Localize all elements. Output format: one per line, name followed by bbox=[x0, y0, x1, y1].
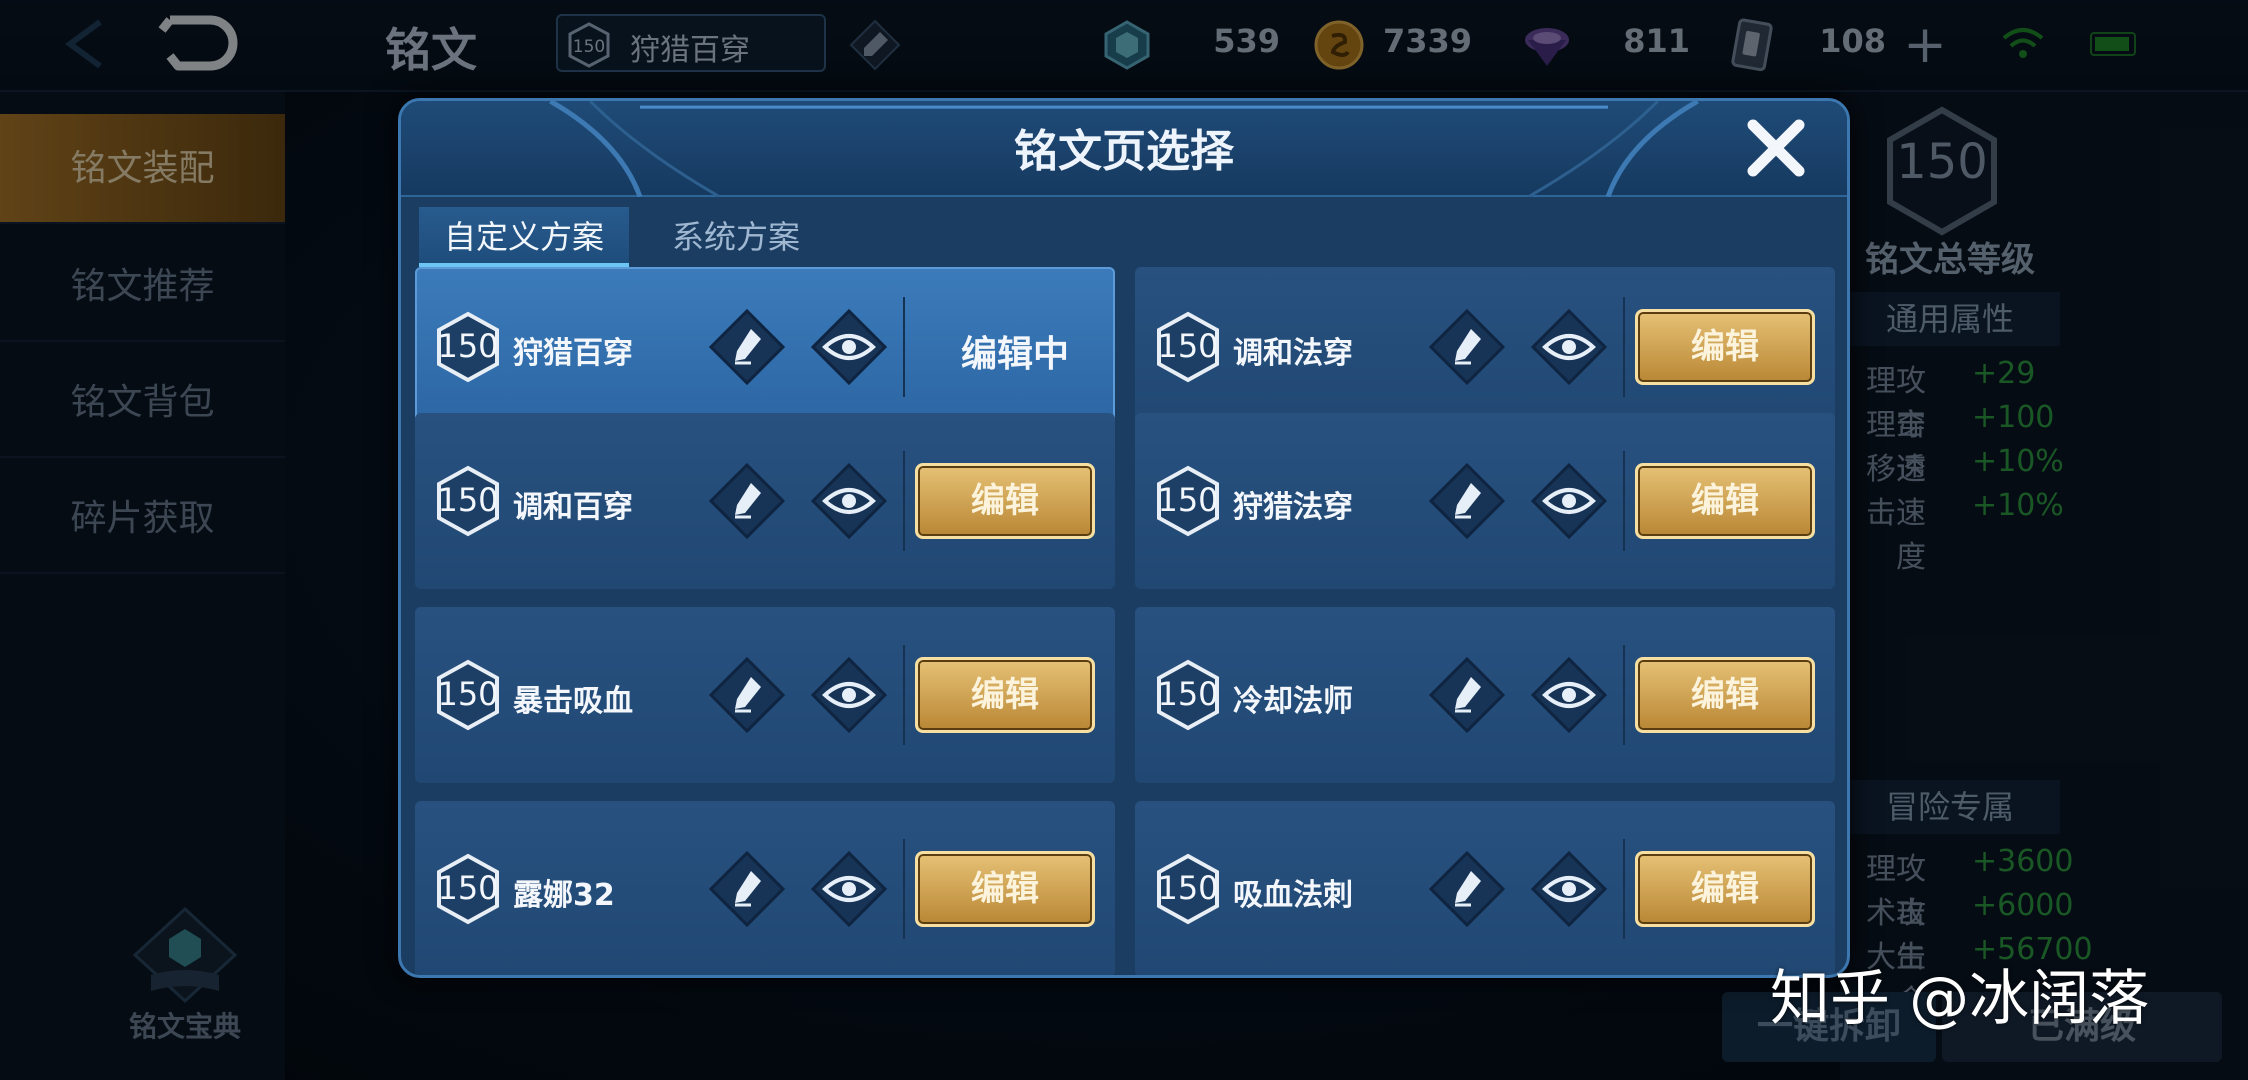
page-name: 调和百穿 bbox=[513, 490, 633, 525]
card-divider bbox=[1623, 297, 1625, 397]
pencil-icon[interactable] bbox=[707, 849, 787, 929]
page-name: 狩猎百穿 bbox=[513, 336, 633, 371]
edit-button[interactable]: 编辑 bbox=[915, 463, 1095, 539]
card-divider bbox=[903, 645, 905, 745]
page-level: 150 bbox=[437, 327, 499, 365]
page-card[interactable]: 150 调和法穿 编辑 bbox=[1135, 267, 1835, 427]
edit-button[interactable]: 编辑 bbox=[1635, 309, 1815, 385]
page-name: 暴击吸血 bbox=[513, 684, 633, 719]
editing-status: 编辑中 bbox=[960, 334, 1069, 375]
edit-button[interactable]: 编辑 bbox=[915, 851, 1095, 927]
tab-system[interactable]: 系统方案 bbox=[641, 207, 831, 267]
card-divider bbox=[903, 297, 905, 397]
card-divider bbox=[903, 839, 905, 939]
page-select-dialog: 铭文页选择 自定义方案 系统方案 150 狩猎百穿 编辑中 150 调和法穿 编辑 150 调… bbox=[398, 98, 1850, 978]
pencil-icon[interactable] bbox=[707, 461, 787, 541]
eye-icon[interactable] bbox=[1529, 655, 1609, 735]
pencil-icon[interactable] bbox=[1427, 307, 1507, 387]
edit-button[interactable]: 编辑 bbox=[1635, 851, 1815, 927]
game-screen: 铭文 150 狩猎百穿 539 7339 811 108 + 铭文装配 铭文推荐… bbox=[0, 0, 2248, 1080]
pencil-icon[interactable] bbox=[1427, 655, 1507, 735]
page-card[interactable]: 150 露娜32 编辑 bbox=[415, 801, 1115, 975]
edit-button[interactable]: 编辑 bbox=[1635, 657, 1815, 733]
page-level: 150 bbox=[1157, 481, 1219, 519]
tab-custom[interactable]: 自定义方案 bbox=[419, 207, 629, 267]
watermark: 知乎 @冰阔落 bbox=[1770, 964, 2150, 1034]
eye-icon[interactable] bbox=[809, 849, 889, 929]
edit-button[interactable]: 编辑 bbox=[1635, 463, 1815, 539]
dialog-header: 铭文页选择 bbox=[401, 101, 1847, 197]
eye-icon[interactable] bbox=[809, 307, 889, 387]
page-name: 露娜32 bbox=[513, 878, 615, 913]
edit-button[interactable]: 编辑 bbox=[915, 657, 1095, 733]
page-name: 狩猎法穿 bbox=[1233, 490, 1353, 525]
pencil-icon[interactable] bbox=[707, 655, 787, 735]
close-icon[interactable] bbox=[1743, 115, 1809, 181]
card-divider bbox=[1623, 451, 1625, 551]
page-level: 150 bbox=[1157, 327, 1219, 365]
page-card[interactable]: 150 冷却法师 编辑 bbox=[1135, 607, 1835, 783]
page-card[interactable]: 150 狩猎百穿 编辑中 bbox=[415, 267, 1115, 427]
pencil-icon[interactable] bbox=[1427, 461, 1507, 541]
page-card[interactable]: 150 调和百穿 编辑 bbox=[415, 413, 1115, 589]
page-level: 150 bbox=[1157, 869, 1219, 907]
page-name: 调和法穿 bbox=[1233, 336, 1353, 371]
page-name: 冷却法师 bbox=[1233, 684, 1353, 719]
card-divider bbox=[1623, 645, 1625, 745]
page-card[interactable]: 150 吸血法刺 编辑 bbox=[1135, 801, 1835, 975]
eye-icon[interactable] bbox=[809, 655, 889, 735]
page-level: 150 bbox=[437, 675, 499, 713]
card-divider bbox=[903, 451, 905, 551]
pencil-icon[interactable] bbox=[707, 307, 787, 387]
eye-icon[interactable] bbox=[809, 461, 889, 541]
page-name: 吸血法刺 bbox=[1233, 878, 1353, 913]
page-level: 150 bbox=[1157, 675, 1219, 713]
eye-icon[interactable] bbox=[1529, 461, 1609, 541]
page-level: 150 bbox=[437, 481, 499, 519]
card-divider bbox=[1623, 839, 1625, 939]
page-level: 150 bbox=[437, 869, 499, 907]
page-card[interactable]: 150 暴击吸血 编辑 bbox=[415, 607, 1115, 783]
page-card[interactable]: 150 狩猎法穿 编辑 bbox=[1135, 413, 1835, 589]
eye-icon[interactable] bbox=[1529, 307, 1609, 387]
eye-icon[interactable] bbox=[1529, 849, 1609, 929]
pencil-icon[interactable] bbox=[1427, 849, 1507, 929]
dialog-title: 铭文页选择 bbox=[1014, 126, 1234, 177]
